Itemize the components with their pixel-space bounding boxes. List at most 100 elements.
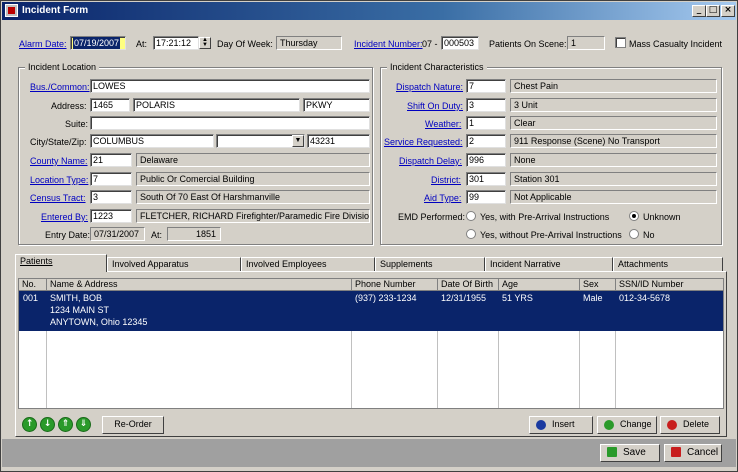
entered-by-link[interactable]: Entered By: xyxy=(41,212,88,222)
insert-icon xyxy=(536,419,546,430)
bus-common-field[interactable]: LOWES xyxy=(90,79,370,93)
change-button[interactable]: Change xyxy=(597,416,657,434)
insert-button[interactable]: Insert xyxy=(529,416,593,434)
alarm-time-field[interactable]: 17:21:12 xyxy=(153,36,199,50)
table-row[interactable]: 001 SMITH, BOB 1234 MAIN ST ANYTOWN, Ohi… xyxy=(19,291,723,331)
incident-characteristics-title: Incident Characteristics xyxy=(387,62,487,72)
aid-type-code-field[interactable]: 99 xyxy=(466,190,506,204)
col-header-sex[interactable]: Sex xyxy=(580,279,616,291)
maximize-button[interactable]: □ xyxy=(706,5,720,17)
emd-yes-without-label: Yes, without Pre-Arrival Instructions xyxy=(480,230,622,240)
census-tract-link[interactable]: Census Tract: xyxy=(30,193,86,203)
move-bottom-icon[interactable]: ⇓ xyxy=(76,417,91,432)
cell-address-line1: 1234 MAIN ST xyxy=(50,305,110,315)
emd-yes-with-label: Yes, with Pre-Arrival Instructions xyxy=(480,212,610,222)
entry-date-field: 07/31/2007 xyxy=(90,227,145,241)
address-type-field[interactable]: PKWY xyxy=(303,98,370,112)
delete-button[interactable]: Delete xyxy=(660,416,720,434)
service-requested-display: 911 Response (Scene) No Transport xyxy=(510,134,717,148)
cancel-icon xyxy=(671,447,681,458)
col-header-ssn[interactable]: SSN/ID Number xyxy=(616,279,723,291)
reorder-button[interactable]: Re-Order xyxy=(102,416,164,434)
tab-supplements[interactable]: Supplements xyxy=(375,257,485,272)
app-icon xyxy=(5,4,18,17)
alarm-date-link[interactable]: Alarm Date: xyxy=(19,39,67,49)
incident-location-title: Incident Location xyxy=(25,62,100,72)
entered-by-display: FLETCHER, RICHARD Firefighter/Paramedic … xyxy=(136,209,370,223)
census-tract-display: South Of 70 East Of Harshmanville xyxy=(136,190,370,204)
district-link[interactable]: District: xyxy=(431,175,461,185)
mass-casualty-checkbox[interactable] xyxy=(615,37,626,48)
dispatch-nature-link[interactable]: Dispatch Nature: xyxy=(396,82,463,92)
service-requested-code-field[interactable]: 2 xyxy=(466,134,506,148)
tab-attachments[interactable]: Attachments xyxy=(613,257,723,272)
shift-on-duty-link[interactable]: Shift On Duty: xyxy=(407,101,463,111)
district-display: Station 301 xyxy=(510,172,717,186)
incident-number-link[interactable]: Incident Number: xyxy=(354,39,423,49)
delete-icon xyxy=(667,419,677,430)
cell-dob: 12/31/1955 xyxy=(441,293,487,303)
shift-on-duty-display: 3 Unit xyxy=(510,98,717,112)
col-header-no[interactable]: No. xyxy=(19,279,47,291)
shift-on-duty-code-field[interactable]: 3 xyxy=(466,98,506,112)
minimize-button[interactable]: _ xyxy=(692,5,706,17)
save-button[interactable]: Save xyxy=(600,444,660,462)
alarm-date-field[interactable]: 07/19/2007 xyxy=(70,36,126,50)
dow-field: Thursday xyxy=(276,36,342,50)
change-icon xyxy=(604,419,614,430)
emd-yes-with-radio[interactable] xyxy=(466,211,476,221)
move-top-icon[interactable]: ⇑ xyxy=(58,417,73,432)
aid-type-display: Not Applicable xyxy=(510,190,717,204)
patients-grid[interactable]: No. Name & Address Phone Number Date Of … xyxy=(18,278,724,409)
location-type-link[interactable]: Location Type: xyxy=(30,175,88,185)
weather-link[interactable]: Weather: xyxy=(425,119,461,129)
col-header-name-address[interactable]: Name & Address xyxy=(47,279,352,291)
dow-label: Day Of Week: xyxy=(217,39,273,49)
patients-on-scene-label: Patients On Scene: xyxy=(489,39,567,49)
tab-incident-narrative[interactable]: Incident Narrative xyxy=(485,257,613,272)
bus-common-link[interactable]: Bus./Common: xyxy=(30,82,90,92)
entered-by-code-field[interactable]: 1223 xyxy=(90,209,132,223)
emd-unknown-radio[interactable] xyxy=(629,211,639,221)
move-down-icon[interactable]: ↓ xyxy=(40,417,55,432)
cell-sex: Male xyxy=(583,293,603,303)
incident-number-field[interactable]: 000503 xyxy=(441,36,479,50)
cell-no: 001 xyxy=(23,293,39,303)
col-header-age[interactable]: Age xyxy=(499,279,580,291)
weather-code-field[interactable]: 1 xyxy=(466,116,506,130)
dispatch-delay-code-field[interactable]: 996 xyxy=(466,153,506,167)
dispatch-delay-link[interactable]: Dispatch Delay: xyxy=(399,156,462,166)
tab-involved-apparatus[interactable]: Involved Apparatus xyxy=(107,257,241,272)
service-requested-link[interactable]: Service Requested: xyxy=(384,137,463,147)
tab-involved-employees[interactable]: Involved Employees xyxy=(241,257,375,272)
city-field[interactable]: COLUMBUS xyxy=(90,134,214,148)
location-type-code-field[interactable]: 7 xyxy=(90,172,132,186)
suite-label: Suite: xyxy=(65,119,89,129)
tab-patients[interactable]: Patients xyxy=(15,254,107,272)
col-header-dob[interactable]: Date Of Birth xyxy=(438,279,499,291)
suite-field[interactable] xyxy=(90,116,370,130)
entry-time-label: At: xyxy=(151,230,163,240)
emd-no-radio[interactable] xyxy=(629,229,639,239)
address-street-field[interactable]: POLARIS xyxy=(133,98,300,112)
col-header-phone[interactable]: Phone Number xyxy=(352,279,438,291)
county-name-display: Delaware xyxy=(136,153,370,167)
entry-time-field: 1851 xyxy=(167,227,221,241)
census-tract-code-field[interactable]: 3 xyxy=(90,190,132,204)
zip-field[interactable]: 43231 xyxy=(307,134,370,148)
district-code-field[interactable]: 301 xyxy=(466,172,506,186)
dispatch-nature-code-field[interactable]: 7 xyxy=(466,79,506,93)
close-button[interactable]: × xyxy=(721,5,735,17)
cancel-button[interactable]: Cancel xyxy=(664,444,722,462)
title-bar[interactable]: Incident Form _ □ × xyxy=(2,2,736,20)
county-name-link[interactable]: County Name: xyxy=(30,156,88,166)
cell-name: SMITH, BOB xyxy=(50,293,103,303)
address-number-field[interactable]: 1465 xyxy=(90,98,130,112)
county-code-field[interactable]: 21 xyxy=(90,153,132,167)
city-state-zip-label: City/State/Zip: xyxy=(30,137,87,147)
time-spinner[interactable]: ▲ ▼ xyxy=(199,37,211,49)
aid-type-link[interactable]: Aid Type: xyxy=(424,193,461,203)
move-up-icon[interactable]: ↑ xyxy=(22,417,37,432)
emd-yes-without-radio[interactable] xyxy=(466,229,476,239)
state-dropdown-arrow-icon[interactable]: ▼ xyxy=(292,135,304,147)
